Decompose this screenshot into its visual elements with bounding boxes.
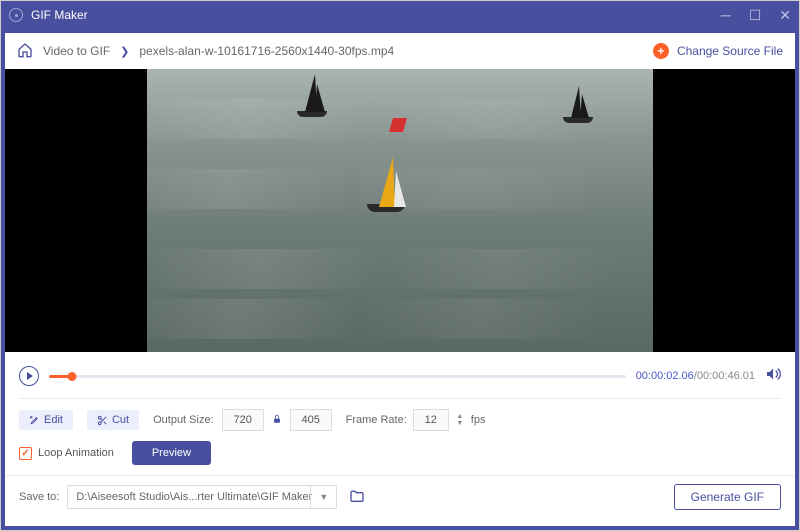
edit-button[interactable]: Edit: [19, 410, 73, 430]
cut-label: Cut: [112, 414, 129, 426]
chevron-right-icon: ❯: [120, 45, 129, 58]
spinner-down[interactable]: ▼: [455, 421, 465, 427]
loop-label: Loop Animation: [38, 447, 114, 459]
seek-thumb[interactable]: [68, 372, 77, 381]
app-frame: Video to GIF ❯ pexels-alan-w-10161716-25…: [1, 29, 799, 530]
height-input[interactable]: [290, 409, 332, 431]
fps-unit: fps: [471, 414, 486, 426]
home-icon[interactable]: [17, 42, 33, 61]
preview-label: Preview: [152, 447, 191, 459]
video-frame[interactable]: [147, 69, 653, 352]
frame-rate-input[interactable]: [413, 409, 449, 431]
loop-checkbox[interactable]: [19, 447, 32, 460]
settings-row: Edit Cut Output Size: Frame Rate:: [19, 409, 781, 431]
app-icon: [9, 8, 23, 22]
app-title: GIF Maker: [31, 8, 721, 22]
chevron-down-icon[interactable]: ▼: [310, 486, 336, 508]
time-total: 00:00:46.01: [697, 370, 755, 382]
lock-icon[interactable]: [272, 414, 282, 427]
plus-icon: +: [653, 43, 669, 59]
edit-label: Edit: [44, 414, 63, 426]
time-current: 00:00:02.06: [636, 370, 694, 382]
generate-label: Generate GIF: [691, 490, 764, 504]
titlebar: GIF Maker ─ ☐ ✕: [1, 1, 799, 29]
toolbar: Video to GIF ❯ pexels-alan-w-10161716-25…: [5, 33, 795, 69]
minimize-button[interactable]: ─: [721, 8, 731, 22]
save-path-text: D:\Aiseesoft Studio\Ais...rter Ultimate\…: [76, 491, 312, 503]
breadcrumb-root[interactable]: Video to GIF: [43, 44, 110, 58]
change-source-button[interactable]: + Change Source File: [653, 43, 783, 59]
generate-gif-button[interactable]: Generate GIF: [674, 484, 781, 510]
open-folder-button[interactable]: [349, 489, 365, 506]
video-preview-area: [5, 69, 795, 352]
save-to-label: Save to:: [19, 491, 59, 503]
window-controls: ─ ☐ ✕: [721, 8, 791, 22]
output-size-label: Output Size:: [153, 414, 214, 426]
timecode: 00:00:02.06/00:00:46.01: [636, 370, 755, 382]
frame-rate-spinner: ▲ ▼: [455, 414, 465, 427]
width-input[interactable]: [222, 409, 264, 431]
volume-icon[interactable]: [765, 366, 781, 386]
footer-row: Save to: D:\Aiseesoft Studio\Ais...rter …: [19, 484, 781, 510]
breadcrumb-file: pexels-alan-w-10161716-2560x1440-30fps.m…: [139, 44, 394, 58]
change-source-label: Change Source File: [677, 44, 783, 58]
frame-rate-group: Frame Rate: ▲ ▼ fps: [346, 409, 486, 431]
output-size-group: Output Size:: [153, 409, 332, 431]
frame-rate-label: Frame Rate:: [346, 414, 407, 426]
cut-button[interactable]: Cut: [87, 410, 139, 430]
playback-row: 00:00:02.06/00:00:46.01: [19, 362, 781, 396]
save-path-select[interactable]: D:\Aiseesoft Studio\Ais...rter Ultimate\…: [67, 485, 337, 509]
maximize-button[interactable]: ☐: [749, 8, 762, 22]
app-window: GIF Maker ─ ☐ ✕ Video to GIF ❯ pexels-al…: [0, 0, 800, 531]
play-button[interactable]: [19, 366, 39, 386]
close-button[interactable]: ✕: [779, 8, 791, 22]
preview-button[interactable]: Preview: [132, 441, 211, 465]
spinner-up[interactable]: ▲: [455, 414, 465, 420]
seek-bar[interactable]: [49, 375, 626, 378]
controls-panel: 00:00:02.06/00:00:46.01 Edit Cut Output …: [5, 352, 795, 526]
options-row: Loop Animation Preview: [19, 441, 781, 465]
